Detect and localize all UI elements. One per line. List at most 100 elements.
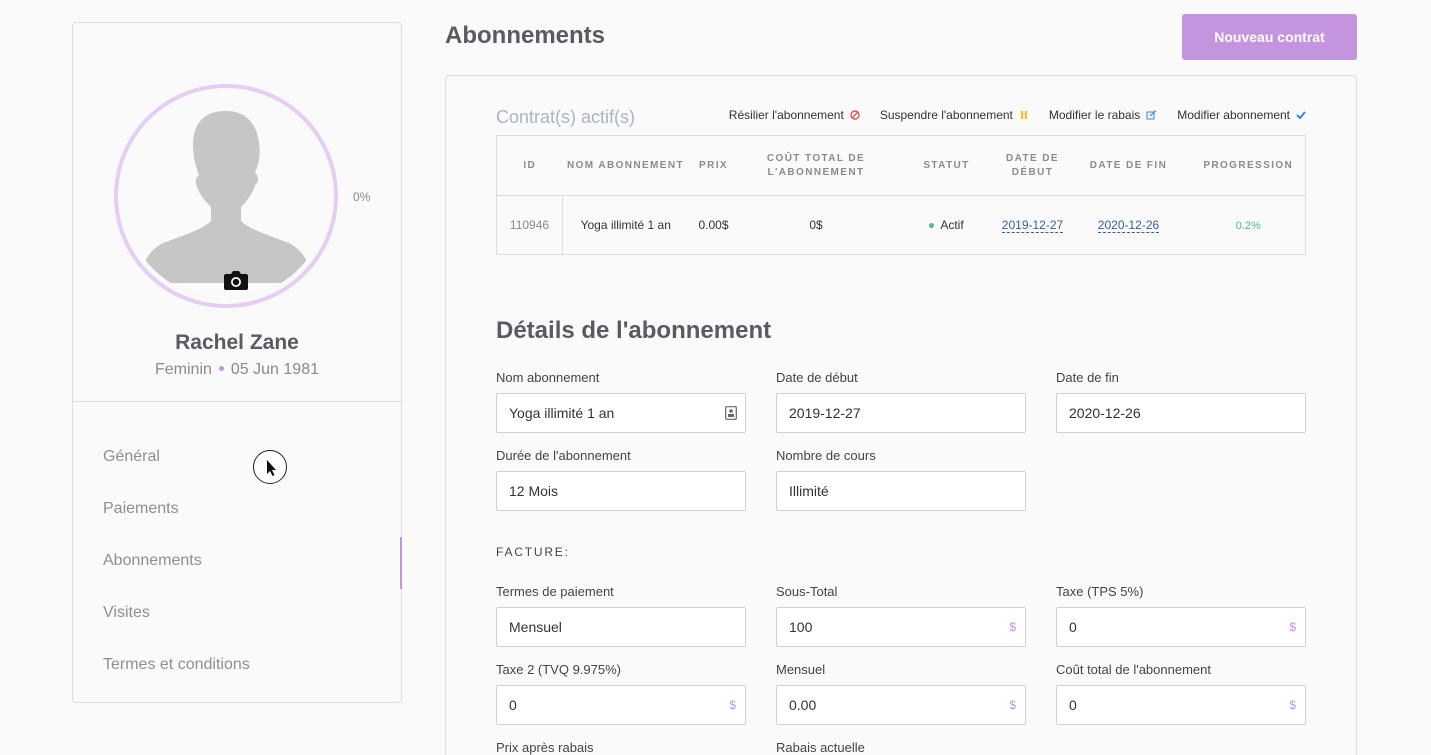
edit-subscription-action[interactable]: Modifier abonnement (1177, 108, 1306, 122)
payment-terms-input[interactable]: Mensuel (496, 607, 746, 647)
pointer-icon (267, 460, 276, 476)
mouse-cursor (253, 450, 287, 484)
contract-end-cell: 2020-12-26 (1066, 196, 1192, 255)
dollar-suffix: $ (1009, 620, 1016, 634)
dollar-suffix: $ (1009, 698, 1016, 712)
contract-status: Actif (894, 196, 1000, 255)
subscription-name-input[interactable]: Yoga illimité 1 an (496, 393, 746, 433)
tax2-input[interactable]: 0 $ (496, 685, 746, 725)
field-label: Taxe (TPS 5%) (1056, 584, 1144, 599)
field-value: 0 (509, 697, 517, 713)
status-label: Actif (940, 218, 964, 232)
camera-icon[interactable] (223, 269, 249, 291)
suspend-subscription-action[interactable]: Suspendre l'abonnement (880, 108, 1029, 122)
nav-item-visites[interactable]: Visites (73, 587, 401, 639)
cancel-subscription-action[interactable]: Résilier l'abonnement (729, 108, 860, 122)
active-contracts-title: Contrat(s) actif(s) (496, 107, 636, 127)
contract-total: 0$ (809, 218, 823, 232)
field-label: Coût total de l'abonnement (1056, 662, 1211, 677)
courses-input[interactable]: Illimité (776, 471, 1026, 511)
monthly-field: Mensuel 0.00 $ (776, 662, 1026, 725)
profile-name: Rachel Zane (175, 331, 299, 354)
duration-field: Durée de l'abonnement 12 Mois (496, 448, 746, 511)
start-date-input[interactable]: 2019-12-27 (776, 393, 1026, 433)
dollar-suffix: $ (729, 698, 736, 712)
contract-name: Yoga illimité 1 an (580, 218, 671, 232)
field-label: Nombre de cours (776, 448, 876, 463)
column-header: DATE DE FIN (1065, 135, 1192, 196)
end-date-input[interactable]: 2020-12-26 (1056, 393, 1306, 433)
contact-card-icon[interactable] (725, 406, 737, 420)
nav-item-general[interactable]: Général (73, 431, 401, 483)
contract-start-date[interactable]: 2019-12-27 (1001, 218, 1064, 233)
cancel-icon (850, 110, 860, 120)
contract-progress: 0.2% (1235, 220, 1261, 232)
end-date-field: Date de fin 2020-12-26 (1056, 370, 1306, 433)
subscriptions-panel: Contrat(s) actif(s) Résilier l'abonnemen… (445, 75, 1357, 755)
profile-card: 0% Rachel Zane Feminin 05 Jun 1981 Généra… (72, 22, 402, 703)
field-value: 12 Mois (509, 483, 559, 499)
nav-item-termes[interactable]: Termes et conditions (73, 639, 401, 691)
subtotal-input[interactable]: 100 $ (776, 607, 1026, 647)
pause-icon (1020, 111, 1027, 119)
tax1-field: Taxe (TPS 5%) 0 $ (1056, 584, 1306, 647)
check-icon (1296, 111, 1306, 120)
field-label: Durée de l'abonnement (496, 448, 631, 463)
tax1-input[interactable]: 0 $ (1056, 607, 1306, 647)
new-contract-button[interactable]: Nouveau contrat (1182, 14, 1357, 60)
column-header: COÛT TOTAL DE L'ABONNEMENT (738, 135, 894, 196)
field-label: Prix après rabais (496, 740, 594, 755)
field-value: 2019-12-27 (789, 405, 861, 421)
edit-discount-action[interactable]: Modifier le rabais (1049, 108, 1157, 122)
contract-progress-cell: 0.2% (1192, 196, 1306, 255)
payment-terms-field: Termes de paiement Mensuel (496, 584, 746, 647)
field-value: 0 (1069, 619, 1077, 635)
action-label: Suspendre l'abonnement (879, 108, 1013, 122)
dollar-suffix: $ (1289, 698, 1296, 712)
contract-start-cell: 2019-12-27 (1000, 196, 1066, 255)
monthly-input[interactable]: 0.00 $ (776, 685, 1026, 725)
total-cost-field: Coût total de l'abonnement 0 $ (1056, 662, 1306, 725)
field-value: 0.00 (789, 697, 817, 713)
field-label: Termes de paiement (496, 584, 614, 599)
start-date-field: Date de début 2019-12-27 (776, 370, 1026, 433)
profile-birthdate: 05 Jun 1981 (230, 361, 319, 378)
action-label: Résilier l'abonnement (728, 108, 844, 122)
nav-item-paiements[interactable]: Paiements (73, 483, 401, 535)
action-label: Modifier abonnement (1177, 108, 1290, 122)
table-row[interactable]: 110946 Yoga illimité 1 an 0.00$ 0$ Actif… (496, 195, 1306, 255)
separator-dot (218, 365, 224, 371)
column-header: DATE DE DÉBUT (999, 135, 1066, 196)
profile-progress-label: 0% (353, 190, 371, 204)
field-label: Rabais actuelle (776, 740, 865, 755)
action-label: Modifier le rabais (1048, 108, 1141, 122)
field-label: Nom abonnement (496, 370, 600, 385)
price-after-discount-field: Prix après rabais (496, 740, 746, 755)
dollar-suffix: $ (1289, 620, 1296, 634)
courses-field: Nombre de cours Illimité (776, 448, 1026, 511)
profile-meta: Feminin 05 Jun 1981 (73, 361, 401, 379)
edit-icon (1146, 110, 1157, 120)
subscription-name-field: Nom abonnement Yoga illimité 1 an (496, 370, 746, 433)
avatar[interactable]: 0% (113, 83, 370, 309)
field-label: Date de début (776, 370, 858, 385)
column-header: PROGRESSION (1191, 135, 1306, 196)
contract-price: 0.00$ (698, 218, 729, 232)
nav-item-abonnements[interactable]: Abonnements (73, 535, 402, 589)
field-label: Date de fin (1056, 370, 1119, 385)
tax2-field: Taxe 2 (TVQ 9.975%) 0 $ (496, 662, 746, 725)
profile-nav: Général Paiements Abonnements Visites Te… (73, 431, 402, 691)
field-value: Yoga illimité 1 an (509, 405, 615, 421)
total-cost-input[interactable]: 0 $ (1056, 685, 1306, 725)
field-value: 0 (1069, 697, 1077, 713)
avatar-placeholder (123, 93, 329, 299)
duration-input[interactable]: 12 Mois (496, 471, 746, 511)
divider (73, 401, 401, 402)
field-value: 100 (789, 619, 813, 635)
contracts-table: ID NOM ABONNEMENT PRIX COÛT TOTAL DE L'A… (496, 135, 1306, 255)
column-header: STATUT (893, 135, 1000, 196)
contract-end-date[interactable]: 2020-12-26 (1097, 218, 1160, 233)
contract-id: 110946 (496, 195, 563, 255)
page-title: Abonnements (445, 22, 606, 49)
field-label: Mensuel (776, 662, 826, 677)
